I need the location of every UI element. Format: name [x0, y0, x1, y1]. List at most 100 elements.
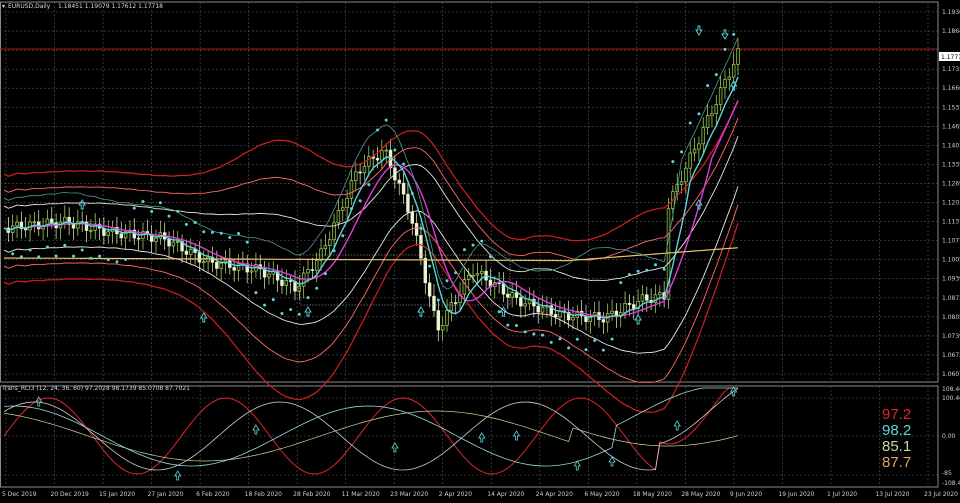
price-tick-label: 1.16605: [942, 85, 960, 92]
candle-body: [471, 274, 475, 277]
sar-dot: [306, 296, 310, 300]
sar-dot: [332, 249, 336, 253]
price-tick-label: 1.12690: [942, 180, 960, 187]
candle-body: [380, 150, 384, 161]
time-tick-label: 28 Feb 2020: [293, 491, 331, 498]
candle-body: [136, 237, 141, 240]
sar-dot: [410, 191, 414, 195]
moving-average-teal: [3, 76, 739, 319]
candle-body: [375, 157, 380, 161]
arrow-up-icon: [478, 432, 486, 443]
candle-body: [705, 115, 710, 128]
sar-dot: [688, 121, 692, 125]
price-tick-label: 1.14010: [942, 142, 960, 149]
time-tick-label: 6 May 2020: [584, 491, 619, 498]
sar-dot: [653, 263, 657, 267]
arrow-up-icon: [174, 470, 182, 481]
candle-body: [358, 171, 362, 174]
candle-body: [50, 218, 54, 223]
sar-dot: [376, 128, 380, 132]
sar-dot: [488, 255, 492, 259]
sar-dot: [514, 323, 518, 327]
candle-body: [610, 310, 614, 314]
sar-dot: [315, 286, 319, 290]
sar-dot: [610, 337, 614, 341]
sar-dot: [523, 330, 527, 334]
main-pane-frame: [0, 1, 939, 383]
sar-dot: [63, 243, 67, 247]
sar-dot: [601, 348, 605, 352]
candle-body: [510, 292, 514, 298]
sar-dot: [732, 32, 736, 36]
time-tick-label: 14 Apr 2020: [487, 491, 524, 498]
grid: [0, 2, 938, 487]
arrow-up-icon: [252, 424, 260, 435]
time-tick-label: 18 Feb 2020: [245, 491, 283, 498]
sar-dot: [210, 230, 214, 234]
sar-dot: [697, 112, 701, 116]
candle-body: [692, 148, 697, 154]
candle-body: [653, 294, 658, 304]
candle-body: [540, 306, 545, 313]
rci-line-white: [3, 388, 739, 471]
candle-body: [71, 224, 76, 229]
candle-body: [432, 295, 436, 311]
candle-body: [249, 270, 254, 273]
sar-dot: [98, 254, 102, 258]
sar-dot: [662, 267, 666, 271]
sar-dot: [106, 258, 110, 262]
chart-window[interactable]: 1.19300 1.18645 1.17315 1.16605 1.15310 1.146…: [0, 0, 960, 503]
candle-body: [176, 241, 180, 243]
price-chart-canvas[interactable]: 1.19300 1.18645 1.17315 1.16605 1.15310 1.146…: [0, 0, 960, 503]
sar-dot: [506, 323, 510, 327]
sar-dot: [176, 209, 180, 213]
time-tick-label: 9 Jun 2020: [730, 491, 762, 498]
candle-body: [384, 149, 388, 152]
time-tick-label: 27 Jan 2020: [148, 491, 184, 498]
time-tick-label: 23 Jul 2020: [924, 491, 958, 498]
sar-dot: [297, 312, 301, 316]
rci-line-olive: [3, 410, 739, 462]
candle-body: [189, 248, 193, 255]
price-tick-label: 1.07395: [942, 333, 960, 340]
candle-body: [341, 207, 345, 211]
candle-body: [167, 238, 171, 247]
time-tick-label: 19 Jun 2020: [778, 491, 814, 498]
price-tick-label: 1.18645: [942, 28, 960, 35]
candle-body: [523, 303, 527, 307]
sar-dot: [367, 183, 371, 187]
sar-dot: [228, 235, 232, 239]
candle-body: [197, 252, 202, 263]
sar-dot: [141, 200, 145, 204]
candle-body: [688, 152, 692, 169]
candle-body: [519, 297, 523, 307]
price-tick-label: 1.13350: [942, 161, 960, 168]
candle-body: [267, 273, 271, 278]
moving-average-long: [4, 247, 739, 262]
sar-dot: [45, 245, 49, 249]
candle-body: [475, 273, 480, 276]
indicator-tick-label: -85: [942, 470, 952, 477]
candle-body: [710, 113, 714, 116]
candle-body: [89, 229, 93, 232]
arrow-up-icon: [78, 199, 86, 210]
candle-body: [297, 285, 302, 292]
candle-body: [731, 64, 736, 78]
sar-dot: [436, 298, 440, 302]
candle-body: [553, 314, 558, 318]
candle-body: [627, 303, 632, 305]
candle-body: [32, 221, 37, 224]
candle-body: [632, 304, 636, 309]
candle-body: [154, 237, 158, 242]
candle-body: [336, 210, 341, 224]
sar-dot: [289, 307, 293, 311]
arrow-up-icon: [673, 420, 681, 431]
sar-dot: [402, 162, 406, 166]
candle-body: [319, 248, 323, 261]
candle-body: [684, 167, 688, 183]
candle-body: [501, 283, 506, 295]
sar-dot: [254, 291, 258, 295]
sar-dot: [723, 47, 727, 51]
candle-body: [736, 48, 740, 65]
candle-body: [640, 294, 645, 302]
